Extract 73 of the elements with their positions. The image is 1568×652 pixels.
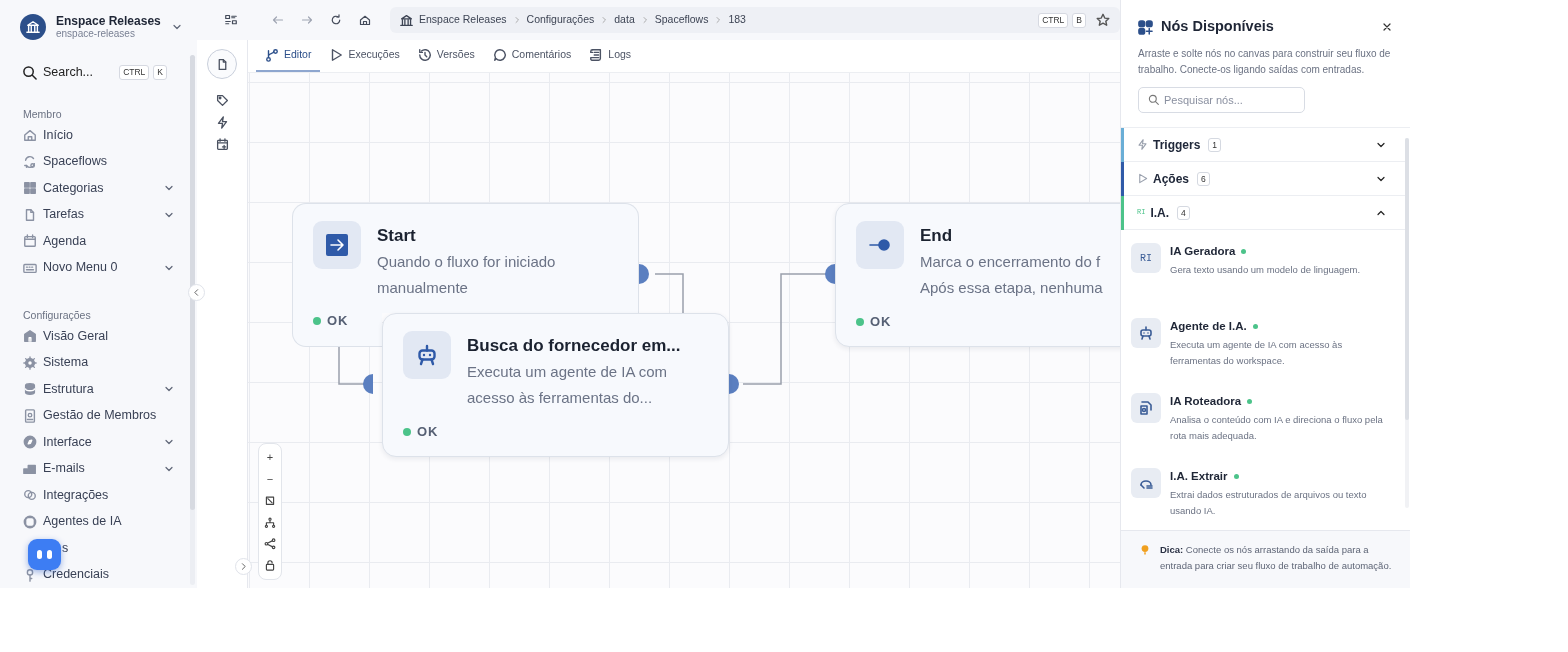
breadcrumb-link[interactable]: 183 xyxy=(728,12,746,28)
node-description: Marca o encerramento do f xyxy=(920,252,1102,272)
group-header[interactable]: Ações 6 xyxy=(1121,162,1405,196)
group-header[interactable]: Triggers 1 xyxy=(1121,128,1405,162)
breadcrumb-link[interactable]: Configurações xyxy=(526,12,595,28)
tab[interactable]: Execuções xyxy=(320,40,409,72)
node-item[interactable]: I.A. Extrair Extrai dados estruturados de arquivos ou texto usando IA. xyxy=(1121,455,1410,530)
node-description: Após essa etapa, nenhuma xyxy=(920,278,1103,298)
sidebar-item[interactable]: Gestão de Membros xyxy=(0,402,175,429)
zoom-out-button[interactable]: − xyxy=(259,468,281,490)
section-title: Membro xyxy=(22,107,63,122)
flow-node[interactable]: Busca do fornecedor em... Executa um agente de IA com acesso às ferramentas do... OK xyxy=(382,313,729,457)
panel-title: Nós Disponíveis xyxy=(1161,17,1274,37)
breadcrumb-link[interactable]: data xyxy=(614,12,635,28)
status-label: OK xyxy=(870,313,892,331)
node-item[interactable]: Agente de I.A. Executa um agente de IA com acesso às ferramentas do workspace. xyxy=(1121,305,1410,380)
panel-description: Arraste e solte nós no canvas para construir seu fluxo de trabalho. Conecte-os ligando saídas com entradas. xyxy=(1138,47,1392,77)
workspace-slug: enspace-releases xyxy=(56,27,136,40)
tip-text: Dica: Conecte os nós arrastando da saída para a entrada para criar seu fluxo de trabalho de automação. xyxy=(1160,543,1392,573)
sidebar-item[interactable]: E-mails xyxy=(0,455,175,482)
sidebar-item[interactable]: Tarefas xyxy=(0,201,175,228)
tab[interactable]: Logs xyxy=(580,40,641,72)
node-description: Extrai dados estruturados de arquivos ou texto usando IA. xyxy=(1170,488,1368,519)
sidebar-item[interactable]: Início xyxy=(0,122,175,149)
sidebar-item[interactable]: Agenda xyxy=(0,228,175,255)
sidebar-item[interactable]: Agentes de IA xyxy=(0,508,175,535)
breadcrumb-link[interactable]: Spaceflows xyxy=(654,12,709,28)
sidebar-item[interactable]: Credenciais xyxy=(0,561,175,588)
sidebar-item[interactable]: Sistema xyxy=(0,349,175,376)
node-name: I.A. Extrair xyxy=(1170,469,1228,484)
flow-node[interactable]: End Marca o encerramento do f Após essa etapa, nenhuma OK xyxy=(835,203,1120,347)
workspace-name: Enspace Releases xyxy=(56,13,161,28)
shortcut-key: CTRL xyxy=(119,64,150,80)
count-badge: 6 xyxy=(1197,171,1210,186)
sidebar-item[interactable]: Novo Menu 0 xyxy=(0,254,175,281)
node-description: acesso às ferramentas do... xyxy=(467,388,654,408)
node-title: Start xyxy=(377,225,416,247)
sidebar-item[interactable]: Visão Geral xyxy=(0,323,175,350)
sidebar-item[interactable]: Estrutura xyxy=(0,376,175,403)
node-name: Agente de I.A. xyxy=(1170,319,1247,334)
breadcrumb-link[interactable]: Enspace Releases xyxy=(419,12,507,28)
search-button[interactable]: Search... xyxy=(43,62,94,82)
zoom-in-button[interactable]: + xyxy=(259,447,281,469)
shortcut-key: CTRL xyxy=(1038,12,1069,28)
tab[interactable]: Comentários xyxy=(483,40,581,72)
node-title: End xyxy=(920,225,953,247)
sidebar-item[interactable]: Interface xyxy=(0,429,175,456)
node-name: IA Geradora xyxy=(1170,244,1236,259)
tab[interactable]: Versões xyxy=(408,40,484,72)
sidebar-item[interactable]: Integrações xyxy=(0,482,175,509)
shortcut-key: K xyxy=(153,64,167,80)
flow-node[interactable]: Start Quando o fluxo for iniciado manualmente xyxy=(292,203,639,313)
node-description: Analisa o conteúdo com IA e direciona o fluxo pela rota mais adequada. xyxy=(1170,413,1384,444)
shortcut-key: B xyxy=(1072,12,1086,28)
ai-icon: RI xyxy=(1131,243,1161,273)
node-description: Executa um agente de IA com xyxy=(467,362,668,382)
node-item[interactable]: IA Roteadora Analisa o conteúdo com IA e direciona o fluxo pela rota mais adequada. xyxy=(1121,380,1410,455)
section-title: Configurações xyxy=(22,308,92,323)
count-badge: 4 xyxy=(1177,205,1190,220)
sidebar-item[interactable]: Spaceflows xyxy=(0,148,175,175)
sidebar-item[interactable]: Categorias xyxy=(0,175,175,202)
node-description: Executa um agente de IA com acesso às ferramentas do workspace. xyxy=(1170,338,1344,369)
node-title: Busca do fornecedor em... xyxy=(467,335,681,357)
search-field[interactable]: Pesquisar nós... xyxy=(1138,87,1305,113)
node-description: Gera texto usando um modelo de linguagem. xyxy=(1170,263,1362,278)
node-description: manualmente xyxy=(377,278,469,298)
count-badge: 1 xyxy=(1208,137,1222,152)
status-label: OK xyxy=(327,312,349,330)
node-description: Quando o fluxo for iniciado xyxy=(377,252,556,272)
node-item[interactable]: RI IA Geradora Gera texto usando um modelo de linguagem. xyxy=(1121,230,1410,305)
status-label: OK xyxy=(417,423,439,441)
sidebar-item[interactable]: s xyxy=(0,535,175,562)
node-name: IA Roteadora xyxy=(1170,394,1242,409)
